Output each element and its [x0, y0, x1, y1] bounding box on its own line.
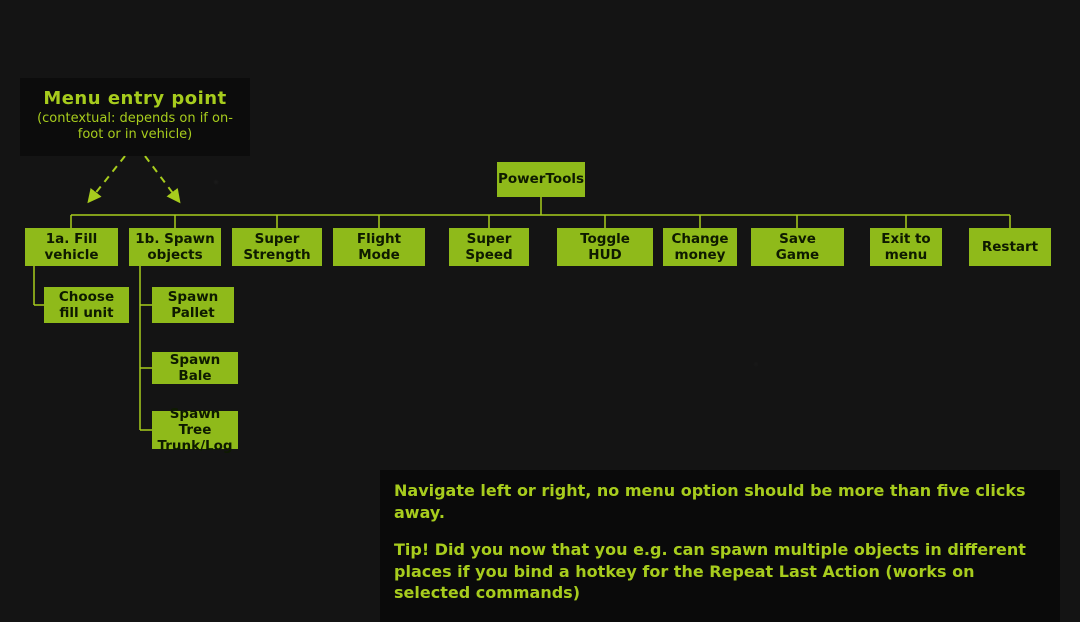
node-label: Flight Mode: [339, 231, 419, 263]
node-label: Restart: [982, 239, 1038, 255]
node-save-game: Save Game: [751, 228, 844, 266]
node-label: Super Strength: [238, 231, 316, 263]
node-label: 1b. Spawn objects: [135, 231, 215, 263]
node-change-money: Change money: [663, 228, 737, 266]
tip-line-1: Navigate left or right, no menu option s…: [394, 480, 1046, 523]
node-toggle-hud: Toggle HUD: [557, 228, 653, 266]
node-label: Toggle HUD: [563, 231, 647, 263]
node-super-speed: Super Speed: [449, 228, 529, 266]
node-label: Change money: [669, 231, 731, 263]
node-spawn-objects: 1b. Spawn objects: [129, 228, 221, 266]
node-label: Choose fill unit: [50, 289, 123, 321]
node-label: Spawn Bale: [158, 352, 232, 384]
node-restart: Restart: [969, 228, 1051, 266]
node-choose-fill-unit: Choose fill unit: [44, 287, 129, 323]
entry-point-label: Menu entry point (contextual: depends on…: [20, 78, 250, 156]
node-label: Save Game: [757, 231, 838, 263]
node-powertools: PowerTools: [497, 162, 585, 197]
node-label: Super Speed: [455, 231, 523, 263]
tip-line-2: Tip! Did you now that you e.g. can spawn…: [394, 539, 1046, 604]
tip-box: Navigate left or right, no menu option s…: [380, 470, 1060, 622]
node-label: 1a. Fill vehicle: [31, 231, 112, 263]
node-super-strength: Super Strength: [232, 228, 322, 266]
node-exit-to-menu: Exit to menu: [870, 228, 942, 266]
node-label: Spawn Pallet: [158, 289, 228, 321]
node-spawn-tree-trunk: Spawn Tree Trunk/Log: [152, 411, 238, 449]
entry-point-subtext: (contextual: depends on if on-foot or in…: [28, 111, 242, 144]
node-spawn-pallet: Spawn Pallet: [152, 287, 234, 323]
node-label: Spawn Tree Trunk/Log: [157, 406, 232, 455]
entry-point-heading: Menu entry point: [28, 88, 242, 109]
node-label: PowerTools: [498, 171, 584, 187]
node-label: Exit to menu: [876, 231, 936, 263]
node-spawn-bale: Spawn Bale: [152, 352, 238, 384]
node-fill-vehicle: 1a. Fill vehicle: [25, 228, 118, 266]
node-flight-mode: Flight Mode: [333, 228, 425, 266]
